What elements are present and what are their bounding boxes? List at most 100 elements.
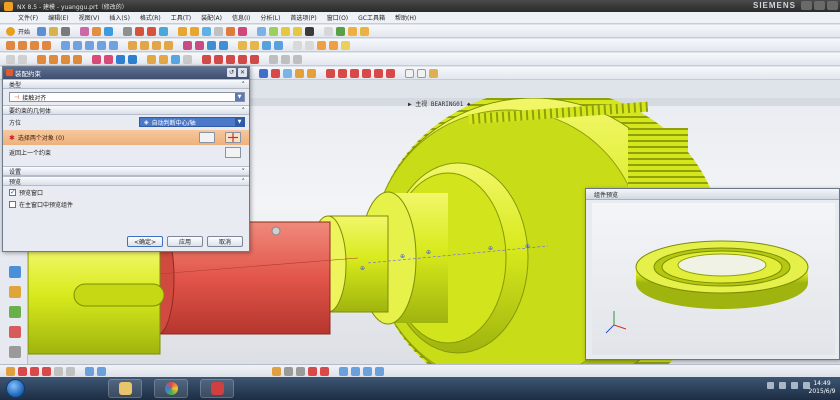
network-icon[interactable] [767, 382, 774, 389]
component-array-icon[interactable] [61, 54, 70, 64]
preview-window-checkbox[interactable] [9, 188, 16, 196]
preview-title-bar[interactable]: 组件预览 [586, 189, 839, 200]
cube-icon[interactable] [6, 40, 15, 50]
slot-icon[interactable] [97, 40, 106, 50]
menu-gc-toolkit[interactable]: GC工具箱 [358, 13, 385, 22]
remember-constraints-icon[interactable] [128, 54, 137, 64]
history-icon[interactable] [9, 266, 21, 278]
start-icon[interactable] [6, 26, 15, 36]
thread-icon[interactable] [238, 40, 247, 50]
reset-icon[interactable]: ↺ [227, 68, 236, 77]
redo-icon[interactable] [104, 26, 114, 36]
pan-icon[interactable] [293, 26, 303, 36]
part-navigator-icon[interactable] [9, 306, 21, 318]
close-window-button[interactable] [827, 1, 838, 10]
undo-icon[interactable] [92, 26, 102, 36]
expression-icon[interactable] [329, 40, 338, 50]
thicken-icon[interactable] [250, 40, 259, 50]
line-icon[interactable] [135, 26, 145, 36]
orientation-select[interactable]: ◈ 自动判断中心/轴 ▼ [139, 117, 245, 127]
wave-linker-icon[interactable] [171, 54, 180, 64]
text-icon[interactable] [405, 68, 414, 78]
pocket-icon[interactable] [73, 40, 82, 50]
cancel-button[interactable]: 取消 [207, 236, 243, 247]
table-icon[interactable] [417, 68, 426, 78]
menu-view[interactable]: 视图(V) [79, 13, 100, 22]
draft-icon[interactable] [140, 40, 149, 50]
offset-curve-icon[interactable] [226, 54, 235, 64]
view-right-icon[interactable] [363, 366, 372, 376]
taskbar-media[interactable] [154, 379, 188, 398]
sketch-icon[interactable] [123, 26, 133, 36]
join-curve-icon[interactable] [350, 68, 359, 78]
menu-tools[interactable]: 工具(T) [171, 13, 191, 22]
taskbar-clock[interactable]: 14:49 2015/6/9 [808, 380, 836, 396]
chamfer-icon[interactable] [238, 26, 248, 36]
mirror-icon[interactable] [195, 40, 204, 50]
curve-trim-icon[interactable] [326, 68, 335, 78]
language-icon[interactable] [791, 382, 798, 389]
crosshair-select-icon[interactable] [225, 132, 241, 143]
preview-group-header[interactable]: 预览 ˄ [3, 176, 249, 186]
cylinder-icon[interactable] [18, 40, 27, 50]
edge-blend-icon[interactable] [226, 26, 236, 36]
save-icon[interactable] [61, 26, 71, 36]
project-curve-icon[interactable] [238, 54, 247, 64]
shell-icon[interactable] [128, 40, 137, 50]
point-icon[interactable] [159, 26, 169, 36]
revolve-icon[interactable] [190, 26, 200, 36]
sequence-icon[interactable] [159, 54, 168, 64]
roles-icon[interactable] [9, 346, 21, 358]
groove-icon[interactable] [109, 40, 118, 50]
datum-plane-icon[interactable] [269, 54, 278, 64]
boolean-icon[interactable] [214, 26, 224, 36]
close-icon[interactable]: ✕ [238, 68, 247, 77]
taskbar-explorer[interactable] [108, 379, 142, 398]
spline-icon[interactable] [214, 54, 223, 64]
menu-format[interactable]: 格式(R) [140, 13, 161, 22]
view-front-icon[interactable] [339, 366, 348, 376]
new-component-icon[interactable] [49, 54, 58, 64]
menu-file[interactable]: 文件(F) [18, 13, 38, 22]
minimize-button[interactable] [801, 1, 812, 10]
move-component-icon[interactable] [104, 54, 113, 64]
intersection-curve-icon[interactable] [250, 54, 259, 64]
pad-icon[interactable] [85, 40, 94, 50]
selection-intent-icon[interactable] [97, 366, 106, 376]
select-filter-icon[interactable] [6, 54, 15, 64]
fit-view-icon[interactable] [257, 26, 267, 36]
trim-body-icon[interactable] [207, 40, 216, 50]
menu-analysis[interactable]: 分析(L) [260, 13, 280, 22]
arc-icon[interactable] [147, 26, 157, 36]
measure-angle-icon[interactable] [305, 40, 314, 50]
layer-icon[interactable] [324, 26, 334, 36]
taskbar-nx[interactable] [200, 379, 234, 398]
sew-icon[interactable] [262, 40, 271, 50]
menu-preferences[interactable]: 首选项(P) [290, 13, 316, 22]
assembly-nav-icon[interactable] [348, 26, 358, 36]
view-top-icon[interactable] [351, 366, 360, 376]
pmi-icon[interactable] [429, 68, 438, 78]
assembly-constraints-icon[interactable] [92, 54, 101, 64]
extrude-icon[interactable] [178, 26, 188, 36]
scale-body-icon[interactable] [164, 40, 173, 50]
select-scope-icon[interactable] [18, 54, 27, 64]
dialog-title-bar[interactable]: 装配约束 ↺ ✕ [3, 67, 249, 79]
datum-csys-icon[interactable] [293, 54, 302, 64]
swept-icon[interactable] [271, 68, 280, 78]
split-body-icon[interactable] [219, 40, 228, 50]
rotate-icon[interactable] [281, 26, 291, 36]
fillet-curve-icon[interactable] [386, 68, 395, 78]
layer-settings-icon[interactable] [284, 366, 293, 376]
add-component-icon[interactable] [37, 54, 46, 64]
patch-icon[interactable] [274, 40, 283, 50]
settings-group-header[interactable]: 设置 ˅ [3, 166, 249, 176]
pattern-icon[interactable] [183, 40, 192, 50]
hole-icon[interactable] [202, 26, 212, 36]
menu-edit[interactable]: 编辑(E) [48, 13, 68, 22]
filter-icon[interactable] [85, 366, 94, 376]
info-icon[interactable] [317, 40, 326, 50]
geometry-group-header[interactable]: 要约束的几何体 ˄ [3, 105, 249, 115]
offset-face-icon[interactable] [152, 40, 161, 50]
center-point-icon[interactable] [42, 366, 51, 376]
